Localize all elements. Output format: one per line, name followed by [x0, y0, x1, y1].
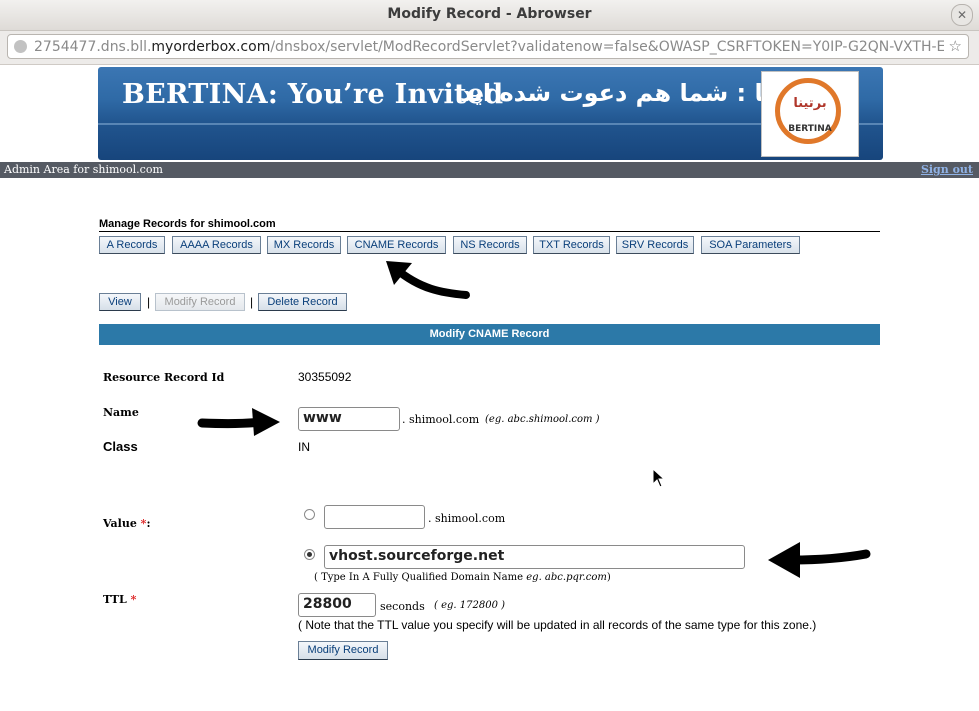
- value-option-fqdn-radio[interactable]: [304, 549, 315, 560]
- url-path: /dnsbox/servlet/ModRecordServlet?validat…: [270, 39, 944, 55]
- record-id-value: 30355092: [298, 370, 352, 384]
- close-window-button[interactable]: ✕: [951, 4, 973, 26]
- ttl-input[interactable]: 28800: [298, 593, 376, 617]
- name-label: Name: [103, 406, 139, 419]
- url-text[interactable]: 2754477.dns.bll.myorderbox.com/dnsbox/se…: [34, 39, 944, 55]
- bertina-banner-ad[interactable]: BERTINA: You’re Invited برتینا : شما هم …: [98, 67, 883, 160]
- name-input[interactable]: www: [298, 407, 400, 431]
- value-subdomain-input[interactable]: [324, 505, 425, 529]
- name-domain-suffix: . shimool.com: [402, 413, 480, 426]
- annotation-arrow-icon: [768, 542, 871, 578]
- name-example: (eg. abc.shimool.com ): [485, 414, 600, 425]
- annotation-arrow-icon: [197, 408, 280, 436]
- logo-ring: [775, 78, 841, 144]
- url-host: myorderbox.com: [151, 39, 271, 55]
- tab-txt-records[interactable]: TXT Records: [533, 236, 610, 254]
- tab-mx-records[interactable]: MX Records: [267, 236, 341, 254]
- class-value: IN: [298, 440, 310, 454]
- tab-soa-parameters[interactable]: SOA Parameters: [701, 236, 800, 254]
- url-prefix: 2754477.dns.bll.: [34, 39, 152, 55]
- fqdn-example: eg. abc.pqr.com: [526, 572, 607, 583]
- tab-a-records[interactable]: A Records: [99, 236, 165, 254]
- ttl-required-marker: *: [130, 593, 137, 606]
- manage-records-heading: Manage Records for shimool.com: [99, 218, 276, 230]
- ttl-unit: seconds: [380, 600, 425, 613]
- ttl-example: ( eg. 172800 ): [434, 600, 506, 611]
- action-separator: |: [250, 295, 254, 309]
- heading-divider: [99, 231, 880, 232]
- delete-record-button[interactable]: Delete Record: [258, 293, 347, 311]
- value-domain-suffix: . shimool.com: [428, 512, 506, 525]
- logo-persian-text: برتینا: [793, 96, 827, 111]
- mouse-cursor-icon: [652, 468, 666, 488]
- window-title: Modify Record - Abrowser: [387, 6, 592, 22]
- address-bar[interactable]: 2754477.dns.bll.myorderbox.com/dnsbox/se…: [7, 34, 969, 59]
- modify-record-submit-button[interactable]: Modify Record: [298, 641, 388, 660]
- fqdn-hint-text: ( Type In A Fully Qualified Domain Name: [314, 572, 524, 583]
- value-label-colon: :: [146, 517, 151, 530]
- sign-out-link[interactable]: Sign out: [921, 163, 973, 176]
- annotation-arrow-icon: [386, 261, 470, 299]
- navigation-toolbar: 2754477.dns.bll.myorderbox.com/dnsbox/se…: [0, 31, 979, 65]
- tab-ns-records[interactable]: NS Records: [453, 236, 527, 254]
- tab-aaaa-records[interactable]: AAAA Records: [172, 236, 261, 254]
- admin-bar: Admin Area for shimool.com Sign out: [0, 162, 979, 178]
- view-button[interactable]: View: [99, 293, 141, 311]
- ttl-label: TTL *: [103, 593, 136, 606]
- ttl-label-text: TTL: [103, 593, 127, 606]
- fqdn-hint: ( Type In A Fully Qualified Domain Name …: [314, 572, 611, 583]
- value-label: Value *:: [103, 517, 151, 530]
- site-identity-icon[interactable]: [14, 40, 27, 53]
- value-fqdn-input[interactable]: vhost.sourceforge.net: [324, 545, 745, 569]
- modify-record-tab-button[interactable]: Modify Record: [155, 293, 245, 311]
- record-id-label: Resource Record Id: [103, 371, 225, 384]
- window-titlebar: Modify Record - Abrowser ✕: [0, 0, 979, 31]
- admin-area-label: Admin Area for shimool.com: [4, 163, 163, 176]
- form-section-title: Modify CNAME Record: [99, 324, 880, 345]
- ttl-note: ( Note that the TTL value you specify wi…: [298, 618, 817, 632]
- bookmark-star-icon[interactable]: ☆: [949, 37, 962, 55]
- value-option-subdomain-radio[interactable]: [304, 509, 315, 520]
- bertina-logo: برتینا BERTINA: [761, 71, 859, 157]
- tab-srv-records[interactable]: SRV Records: [616, 236, 694, 254]
- class-label: Class: [103, 439, 138, 454]
- fqdn-hint-close: ): [606, 572, 611, 583]
- logo-text: BERTINA: [788, 124, 832, 134]
- value-label-text: Value: [103, 517, 137, 530]
- action-separator: |: [147, 295, 151, 309]
- tab-cname-records[interactable]: CNAME Records: [347, 236, 446, 254]
- banner-english-text: BERTINA: You’re Invited: [122, 79, 504, 110]
